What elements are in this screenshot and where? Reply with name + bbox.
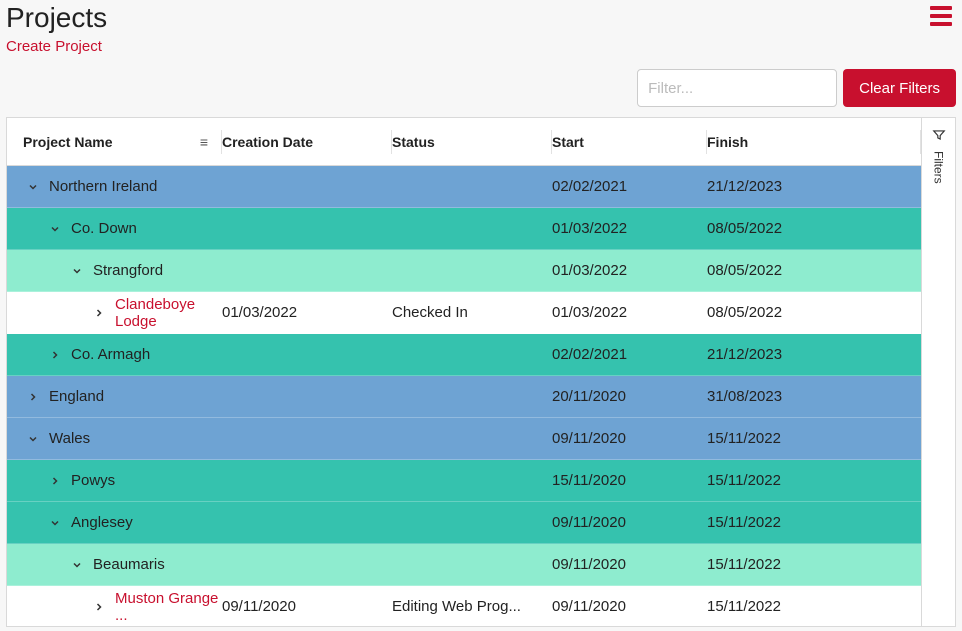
cell-creation: 01/03/2022 [222,304,392,321]
cell-start: 09/11/2020 [552,430,707,447]
column-header-start-label: Start [552,134,584,150]
chevron-right-icon[interactable] [49,475,61,487]
cell-start: 09/11/2020 [552,556,707,573]
chevron-down-icon[interactable] [71,559,83,571]
cell-name: Beaumaris [7,556,222,573]
cell-start: 09/11/2020 [552,598,707,615]
cell-name: Co. Down [7,220,222,237]
table-row[interactable]: Beaumaris 09/11/202015/11/2022 [7,544,921,586]
group-label: Northern Ireland [49,178,157,195]
cell-status: Editing Web Prog... [392,598,552,615]
chevron-down-icon[interactable] [49,223,61,235]
cell-name: Wales [7,430,222,447]
chevron-down-icon[interactable] [71,265,83,277]
cell-start: 09/11/2020 [552,514,707,531]
cell-finish: 15/11/2022 [707,472,921,489]
create-project-link[interactable]: Create Project [6,38,102,55]
cell-name: England [7,388,222,405]
cell-start: 01/03/2022 [552,262,707,279]
group-label: England [49,388,104,405]
grid-body[interactable]: Northern Ireland02/02/202121/12/2023Co. … [7,166,921,626]
projects-grid: Project Name ≡ Creation Date Status Star… [6,117,956,627]
column-header-status-label: Status [392,134,435,150]
filters-panel-toggle[interactable]: Filters [921,118,955,626]
cell-finish: 15/11/2022 [707,430,921,447]
table-row[interactable]: Wales 09/11/202015/11/2022 [7,418,921,460]
table-row[interactable]: England 20/11/202031/08/2023 [7,376,921,418]
cell-finish: 15/11/2022 [707,514,921,531]
page-title: Projects [6,2,107,34]
table-row[interactable]: Co. Down 01/03/202208/05/2022 [7,208,921,250]
column-header-finish-label: Finish [707,134,748,150]
column-header-finish[interactable]: Finish [707,134,921,150]
cell-start: 01/03/2022 [552,304,707,321]
group-label: Wales [49,430,90,447]
cell-finish: 15/11/2022 [707,598,921,615]
table-row[interactable]: Co. Armagh 02/02/202121/12/2023 [7,334,921,376]
cell-finish: 31/08/2023 [707,388,921,405]
group-label: Co. Armagh [71,346,150,363]
cell-finish: 21/12/2023 [707,178,921,195]
group-label: Powys [71,472,115,489]
cell-status: Checked In [392,304,552,321]
filter-icon [932,128,946,145]
group-label: Co. Down [71,220,137,237]
column-header-status[interactable]: Status [392,134,552,150]
grid-header: Project Name ≡ Creation Date Status Star… [7,118,921,166]
table-row[interactable]: Strangford 01/03/202208/05/2022 [7,250,921,292]
column-header-name[interactable]: Project Name ≡ [7,134,222,150]
chevron-right-icon[interactable] [49,349,61,361]
column-header-name-label: Project Name [23,134,112,150]
cell-name: Powys [7,472,222,489]
group-label: Strangford [93,262,163,279]
project-link[interactable]: Muston Grange ... [115,590,222,624]
chevron-down-icon[interactable] [27,433,39,445]
cell-name: Muston Grange ... [7,590,222,624]
filters-panel-label: Filters [932,151,946,184]
filter-input[interactable] [637,69,837,107]
chevron-right-icon[interactable] [27,391,39,403]
chevron-down-icon[interactable] [27,181,39,193]
cell-start: 02/02/2021 [552,346,707,363]
cell-finish: 08/05/2022 [707,262,921,279]
chevron-right-icon[interactable] [93,601,105,613]
cell-start: 01/03/2022 [552,220,707,237]
cell-name: Co. Armagh [7,346,222,363]
group-label: Anglesey [71,514,133,531]
table-row[interactable]: Muston Grange ...09/11/2020Editing Web P… [7,586,921,626]
menu-icon[interactable] [930,2,956,26]
table-row[interactable]: Clandeboye Lodge01/03/2022Checked In01/0… [7,292,921,334]
cell-name: Clandeboye Lodge [7,296,222,330]
cell-finish: 08/05/2022 [707,220,921,237]
table-row[interactable]: Powys 15/11/202015/11/2022 [7,460,921,502]
cell-creation: 09/11/2020 [222,598,392,615]
chevron-right-icon[interactable] [93,307,105,319]
cell-finish: 08/05/2022 [707,304,921,321]
cell-name: Northern Ireland [7,178,222,195]
column-menu-icon[interactable]: ≡ [200,134,208,150]
column-header-start[interactable]: Start [552,134,707,150]
cell-start: 20/11/2020 [552,388,707,405]
group-label: Beaumaris [93,556,165,573]
chevron-down-icon[interactable] [49,517,61,529]
cell-finish: 15/11/2022 [707,556,921,573]
project-link[interactable]: Clandeboye Lodge [115,296,222,330]
clear-filters-button[interactable]: Clear Filters [843,69,956,107]
cell-finish: 21/12/2023 [707,346,921,363]
table-row[interactable]: Northern Ireland 02/02/202121/12/2023 [7,166,921,208]
cell-start: 02/02/2021 [552,178,707,195]
cell-name: Anglesey [7,514,222,531]
column-header-creation[interactable]: Creation Date [222,134,392,150]
table-row[interactable]: Anglesey 09/11/202015/11/2022 [7,502,921,544]
cell-name: Strangford [7,262,222,279]
cell-start: 15/11/2020 [552,472,707,489]
column-header-creation-label: Creation Date [222,134,313,150]
